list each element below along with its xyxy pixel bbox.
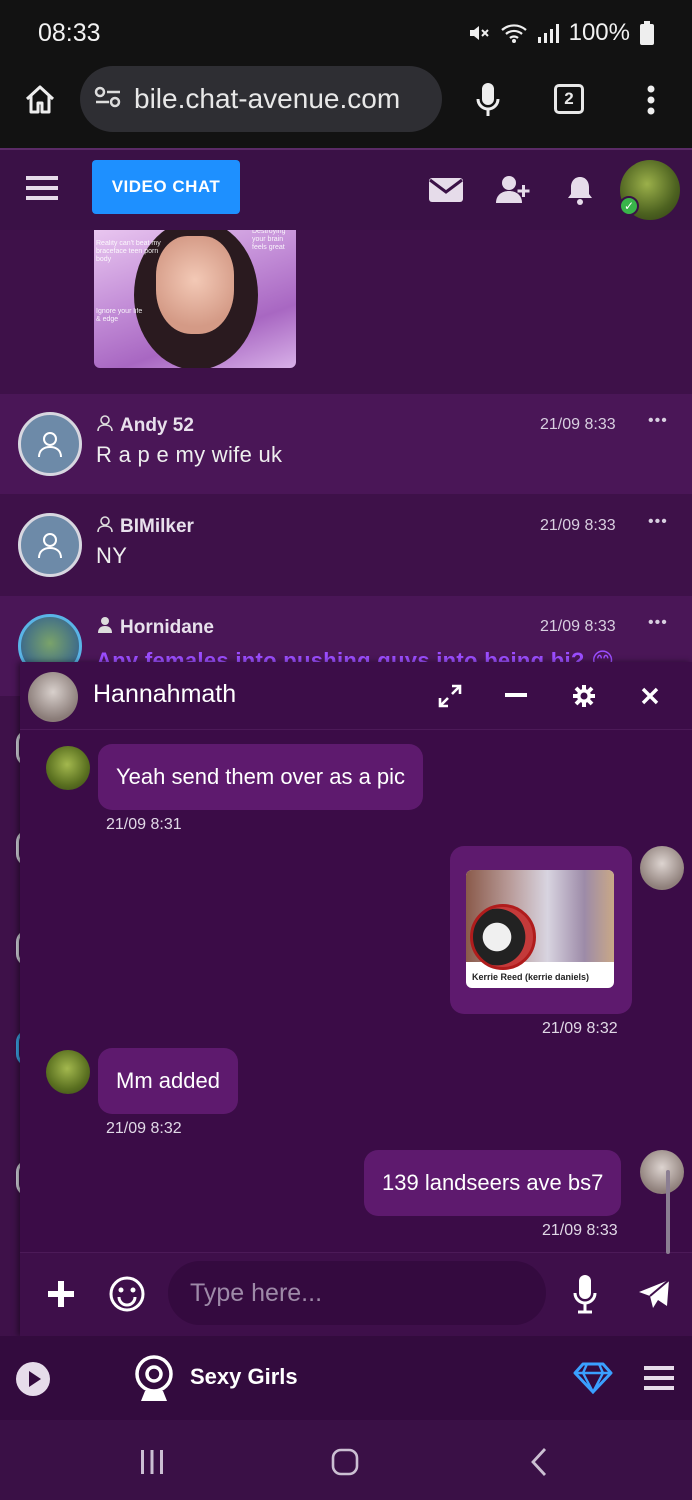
message-options-icon[interactable]: ••• [648, 412, 668, 430]
shared-image[interactable]: Reality can't beat my braceface teen por… [94, 230, 296, 368]
send-icon[interactable] [634, 1275, 674, 1313]
message-bubble: Yeah send them over as a pic [98, 744, 424, 810]
add-attachment-icon[interactable] [44, 1277, 78, 1311]
image-caption: Ignore your life & edge [96, 308, 143, 323]
message-options-icon[interactable]: ••• [648, 614, 668, 632]
image-message-bubble[interactable]: Kerrie Reed (kerrie daniels) [450, 846, 632, 1014]
message-time: 21/09 8:32 [542, 1020, 618, 1037]
private-chat-messages[interactable]: Yeah send them over as a pic 21/09 8:31 … [20, 730, 692, 1252]
play-icon[interactable] [14, 1360, 52, 1398]
my-avatar[interactable] [640, 1150, 684, 1194]
system-navigation-bar [0, 1420, 692, 1500]
message-time: 21/09 8:31 [106, 816, 182, 833]
scrollbar[interactable] [666, 1170, 670, 1254]
photo-caption: Kerrie Reed (kerrie daniels) [472, 972, 590, 982]
home-nav-icon[interactable] [328, 1446, 362, 1478]
message-time: 21/09 8:33 [542, 1222, 618, 1239]
avatar[interactable] [18, 412, 82, 476]
username[interactable]: Hornidane [120, 617, 214, 639]
home-icon[interactable] [20, 80, 60, 120]
minimize-icon[interactable] [500, 680, 532, 712]
close-icon[interactable] [634, 680, 666, 712]
username[interactable]: Andy 52 [120, 415, 194, 437]
contact-name: Hannahmath [93, 680, 237, 708]
microphone-icon[interactable] [470, 78, 506, 122]
contact-avatar[interactable] [28, 672, 78, 722]
message-time: 21/09 8:32 [106, 1120, 182, 1137]
bottom-bar: Sexy Girls [0, 1336, 692, 1420]
my-avatar[interactable] [640, 846, 684, 890]
message-text: R a p e my wife uk [96, 442, 283, 467]
image-caption: Destroying your brain feels great [252, 230, 286, 251]
private-chat-panel: Hannahmath Yeah send them over as a pic … [20, 662, 692, 1336]
wifi-icon [500, 22, 527, 44]
message-text: 139 landseers ave bs7 [382, 1170, 604, 1195]
message-time: 21/09 8:33 [540, 517, 616, 534]
message-text: NY [96, 543, 128, 568]
voice-message-icon[interactable] [570, 1273, 600, 1315]
emoji-icon[interactable] [108, 1275, 146, 1313]
expand-icon[interactable] [434, 680, 466, 712]
settings-gear-icon[interactable] [568, 680, 600, 712]
webcam-icon[interactable] [132, 1354, 176, 1404]
recent-apps-icon[interactable] [136, 1446, 168, 1478]
friend-requests-icon[interactable] [494, 170, 534, 210]
message-options-icon[interactable]: ••• [648, 513, 668, 531]
message-text: Mm added [116, 1068, 220, 1093]
mute-icon [467, 21, 491, 45]
browser-toolbar: bile.chat-avenue.com 2 [0, 66, 692, 148]
room-name[interactable]: Sexy Girls [190, 1364, 298, 1390]
user-list-menu-icon[interactable] [642, 1362, 676, 1394]
message-bubble: 139 landseers ave bs7 [364, 1150, 622, 1216]
video-chat-button[interactable]: VIDEO CHAT [92, 160, 240, 214]
url-text: bile.chat-avenue.com [134, 83, 401, 114]
user-icon [96, 515, 114, 539]
contact-avatar[interactable] [46, 1050, 90, 1094]
chat-message: BIMilker NY 21/09 8:33 ••• [0, 495, 692, 595]
signal-icon [537, 23, 559, 43]
site-settings-icon[interactable] [94, 85, 122, 114]
notifications-icon[interactable] [562, 170, 598, 210]
message-text: Yeah send them over as a pic [116, 764, 406, 789]
username[interactable]: BIMilker [120, 516, 194, 538]
user-icon [96, 616, 114, 640]
back-icon[interactable] [524, 1446, 554, 1478]
diamond-icon[interactable] [572, 1360, 614, 1396]
battery-percent: 100% [568, 19, 630, 46]
battery-icon [640, 21, 654, 45]
main-menu-icon[interactable] [24, 170, 60, 206]
shared-photo[interactable]: Kerrie Reed (kerrie daniels) [466, 870, 614, 988]
image-caption: Reality can't beat my braceface teen por… [96, 240, 161, 263]
tab-count: 2 [554, 84, 584, 114]
browser-menu-icon[interactable] [638, 82, 664, 118]
chat-message: Andy 52 R a p e my wife uk 21/09 8:33 ••… [0, 394, 692, 494]
site-header: VIDEO CHAT [0, 148, 692, 230]
contact-avatar[interactable] [46, 746, 90, 790]
status-time: 08:33 [38, 18, 101, 47]
message-composer: Type here... [20, 1252, 692, 1336]
message-time: 21/09 8:33 [540, 416, 616, 433]
avatar[interactable] [18, 513, 82, 577]
user-icon [96, 414, 114, 438]
message-time: 21/09 8:33 [540, 618, 616, 635]
message-bubble: Mm added [98, 1048, 238, 1114]
status-bar: 08:33 100% [0, 0, 692, 66]
address-bar[interactable]: bile.chat-avenue.com [80, 66, 442, 132]
online-status-icon: ✓ [619, 196, 639, 216]
private-chat-header: Hannahmath [20, 662, 692, 730]
message-input[interactable]: Type here... [168, 1261, 546, 1325]
tab-switcher-button[interactable]: 2 [554, 84, 584, 114]
messages-icon[interactable] [426, 170, 466, 210]
